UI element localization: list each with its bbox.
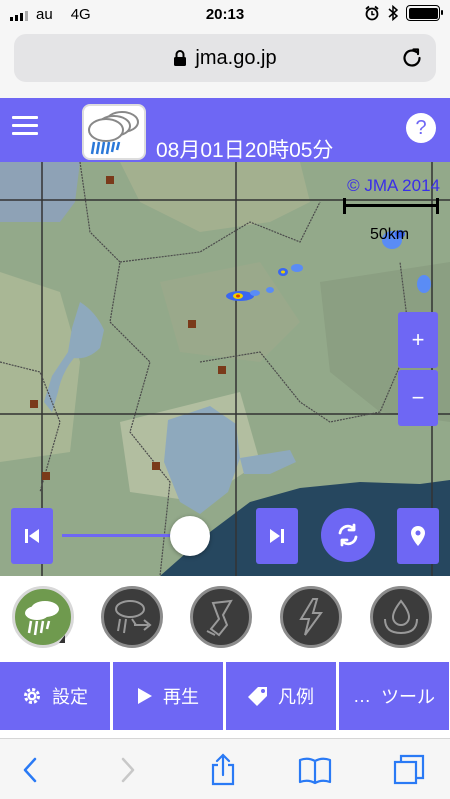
tabs-icon[interactable] (392, 753, 426, 787)
radar-map[interactable]: © JMA 2014 50km + − (0, 162, 450, 576)
legend-label: 凡例 (278, 687, 314, 707)
app-header: 08月01日20時05分 ? (0, 98, 450, 162)
forward-icon[interactable] (110, 753, 144, 787)
play-label: 再生 (163, 687, 199, 707)
rain-forecast-mode-button[interactable] (101, 586, 163, 648)
settings-button[interactable]: 設定 (0, 662, 110, 730)
settings-label: 設定 (52, 687, 88, 707)
minus-icon: − (411, 385, 425, 410)
tornado-icon (206, 599, 233, 637)
rain-forecast-icon (115, 600, 152, 634)
skip-forward-icon (270, 529, 284, 543)
mode-selector (0, 576, 450, 660)
action-bar: 設定 再生 凡例 … ツール (0, 660, 450, 732)
browser-address-bar: jma.go.jp (0, 30, 450, 98)
lightning-icon (299, 598, 323, 636)
time-slider-thumb[interactable] (170, 516, 210, 556)
skip-back-icon (25, 529, 39, 543)
rain-radar-mode-button[interactable] (12, 586, 74, 648)
hamburger-menu-icon[interactable] (12, 116, 38, 138)
location-pin-icon (411, 526, 425, 546)
tools-label: ツール (381, 687, 435, 707)
play-button[interactable]: 再生 (113, 662, 223, 730)
gear-icon (24, 688, 40, 704)
help-button[interactable]: ? (406, 113, 436, 143)
reload-icon[interactable] (400, 46, 424, 70)
url-field[interactable]: jma.go.jp (14, 34, 436, 82)
flood-icon (384, 599, 418, 635)
plus-icon: + (411, 327, 425, 352)
scale-bar (343, 198, 439, 214)
play-icon (138, 688, 152, 704)
tag-icon (248, 687, 267, 706)
more-icon: … (353, 685, 371, 706)
rain-radar-icon (25, 601, 65, 643)
bluetooth-icon (388, 5, 398, 21)
observation-datetime: 08月01日20時05分 (156, 139, 334, 162)
skip-back-button[interactable] (11, 508, 53, 564)
lightning-mode-button[interactable] (280, 586, 342, 648)
lock-icon (174, 50, 187, 66)
tornado-mode-button[interactable] (190, 586, 252, 648)
back-icon[interactable] (14, 753, 48, 787)
scale-label: 50km (370, 226, 410, 243)
alarm-icon (365, 5, 379, 21)
tools-button[interactable]: … ツール (339, 662, 449, 730)
browser-toolbar (0, 738, 450, 799)
terrain-map (0, 162, 450, 576)
bookmarks-icon[interactable] (298, 753, 332, 787)
zoom-out-button[interactable]: − (398, 370, 438, 426)
refresh-icon (338, 523, 358, 547)
share-icon[interactable] (206, 753, 240, 787)
copyright-label: © JMA 2014 (347, 176, 440, 195)
url-text: jma.go.jp (195, 46, 277, 69)
zoom-in-button[interactable]: + (398, 312, 438, 368)
status-bar: au 4G 20:13 (0, 0, 450, 30)
battery-icon (406, 5, 443, 21)
rain-cloud-logo-icon (82, 104, 146, 160)
refresh-button[interactable] (321, 508, 375, 562)
flood-mode-button[interactable] (370, 586, 432, 648)
legend-button[interactable]: 凡例 (226, 662, 336, 730)
skip-forward-button[interactable] (256, 508, 298, 564)
location-button[interactable] (397, 508, 439, 564)
